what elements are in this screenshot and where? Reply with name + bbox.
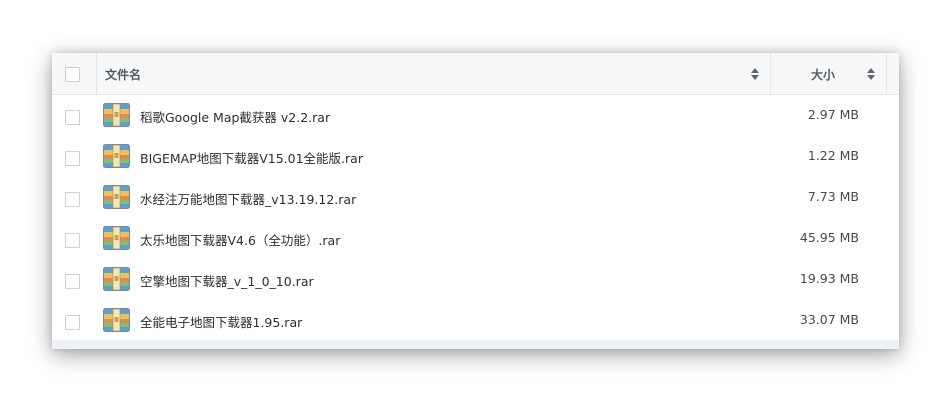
row-checkbox[interactable] <box>65 192 80 207</box>
archive-icon <box>103 267 130 291</box>
header-spacer <box>887 53 899 94</box>
file-name[interactable]: BIGEMAP地图下载器V15.01全能版.rar <box>140 148 363 167</box>
file-list-panel: 文件名 大小 稻歌Google Map截获器 v2.2.rar 2.97 MB … <box>52 53 899 349</box>
file-name[interactable]: 稻歌Google Map截获器 v2.2.rar <box>140 107 330 126</box>
table-row[interactable]: BIGEMAP地图下载器V15.01全能版.rar 1.22 MB <box>52 136 899 178</box>
column-header-name[interactable]: 文件名 <box>97 53 771 94</box>
row-checkbox[interactable] <box>65 151 80 166</box>
select-all-checkbox[interactable] <box>65 67 80 82</box>
table-row[interactable]: 空擎地图下载器_v_1_0_10.rar 19.93 MB <box>52 259 899 301</box>
file-size: 33.07 MB <box>799 312 859 327</box>
row-checkbox[interactable] <box>65 315 80 330</box>
archive-icon <box>103 144 130 168</box>
column-name-label: 文件名 <box>105 68 142 82</box>
archive-icon <box>103 185 130 209</box>
row-checkbox[interactable] <box>65 233 80 248</box>
table-row[interactable]: 太乐地图下载器V4.6（全功能）.rar 45.95 MB <box>52 218 899 260</box>
table-row[interactable]: 稻歌Google Map截获器 v2.2.rar 2.97 MB <box>52 95 899 137</box>
table-footer <box>52 340 899 349</box>
file-size: 1.22 MB <box>807 148 859 163</box>
sort-icon[interactable] <box>867 68 875 80</box>
file-name[interactable]: 水经注万能地图下载器_v13.19.12.rar <box>140 189 356 208</box>
file-size: 7.73 MB <box>807 189 859 204</box>
table-header: 文件名 大小 <box>52 53 899 95</box>
file-name[interactable]: 全能电子地图下载器1.95.rar <box>140 312 302 331</box>
row-checkbox[interactable] <box>65 110 80 125</box>
file-size: 2.97 MB <box>807 107 859 122</box>
table-row[interactable]: 水经注万能地图下载器_v13.19.12.rar 7.73 MB <box>52 177 899 219</box>
table-row[interactable]: 全能电子地图下载器1.95.rar 33.07 MB <box>52 300 899 342</box>
file-name[interactable]: 太乐地图下载器V4.6（全功能）.rar <box>140 230 340 249</box>
sort-icon[interactable] <box>751 68 759 80</box>
file-size: 45.95 MB <box>799 230 859 245</box>
column-size-label: 大小 <box>811 68 836 82</box>
header-select-cell <box>52 53 97 94</box>
file-name[interactable]: 空擎地图下载器_v_1_0_10.rar <box>140 271 314 290</box>
archive-icon <box>103 308 130 332</box>
archive-icon <box>103 226 130 250</box>
row-checkbox[interactable] <box>65 274 80 289</box>
column-header-size[interactable]: 大小 <box>771 53 887 94</box>
file-size: 19.93 MB <box>799 271 859 286</box>
archive-icon <box>103 103 130 127</box>
